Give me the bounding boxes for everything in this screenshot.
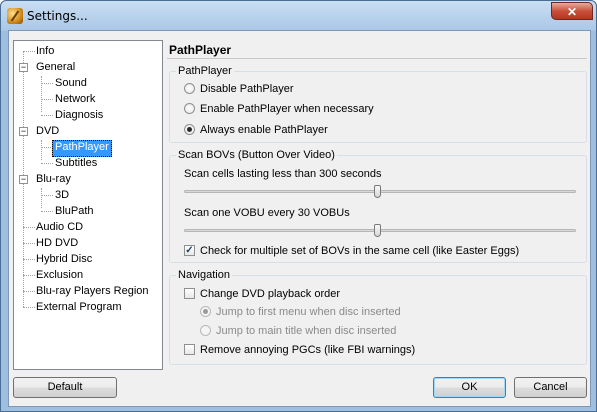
tree-connector [41, 188, 42, 208]
title-bar[interactable]: Settings... ✕ [1, 1, 596, 31]
settings-tree[interactable]: − − − Info General Sound Network Diagnos… [13, 40, 163, 370]
scan-vobu-slider-thumb[interactable] [374, 224, 381, 237]
tree-item-bluray[interactable]: Blu-ray [34, 172, 73, 187]
scan-vobu-slider[interactable] [184, 224, 576, 237]
always-enable-pathplayer-radio[interactable] [184, 124, 195, 135]
jump-first-menu-label: Jump to first menu when disc inserted [216, 306, 401, 318]
dialog-client-area: − − − Info General Sound Network Diagnos… [8, 30, 591, 407]
enable-pathplayer-label: Enable PathPlayer when necessary [200, 103, 374, 115]
app-guitar-icon [7, 8, 23, 24]
scan-bovs-group: Scan BOVs (Button Over Video) Scan cells… [169, 149, 587, 263]
tree-expander-general[interactable]: − [19, 63, 28, 72]
tree-item-hd-dvd[interactable]: HD DVD [34, 236, 80, 251]
disable-pathplayer-radio[interactable] [184, 83, 195, 94]
tree-connector [41, 115, 53, 116]
tree-connector [41, 99, 53, 100]
tree-expander-dvd[interactable]: − [19, 127, 28, 136]
tree-item-dvd[interactable]: DVD [34, 124, 61, 139]
scan-cells-label: Scan cells lasting less than 300 seconds [184, 168, 382, 180]
tree-item-subtitles[interactable]: Subtitles [53, 156, 99, 171]
tree-connector [41, 163, 53, 164]
change-playback-order-checkbox[interactable] [184, 288, 195, 299]
panel-title: PathPlayer [169, 43, 232, 57]
tree-connector [41, 211, 53, 212]
multiple-bovs-label: Check for multiple set of BOVs in the sa… [200, 245, 520, 257]
ok-button[interactable]: OK [433, 377, 506, 398]
jump-main-title-label: Jump to main title when disc inserted [216, 325, 397, 337]
scan-cells-slider-thumb[interactable] [374, 185, 381, 198]
tree-item-hybrid-disc[interactable]: Hybrid Disc [34, 252, 94, 267]
tree-item-exclusion[interactable]: Exclusion [34, 268, 85, 283]
navigation-group-title: Navigation [176, 269, 232, 281]
scan-vobu-label: Scan one VOBU every 30 VOBUs [184, 207, 350, 219]
close-button[interactable]: ✕ [551, 2, 593, 20]
cancel-button[interactable]: Cancel [514, 377, 587, 398]
tree-item-sound[interactable]: Sound [53, 76, 89, 91]
tree-connector [41, 195, 53, 196]
scan-cells-slider[interactable] [184, 185, 576, 198]
tree-item-3d[interactable]: 3D [53, 188, 71, 203]
tree-connector [41, 83, 53, 84]
tree-connector [41, 76, 42, 112]
navigation-group: Navigation Change DVD playback order Jum… [169, 269, 587, 365]
disable-pathplayer-label: Disable PathPlayer [200, 83, 294, 95]
multiple-bovs-checkbox[interactable]: ✓ [184, 245, 195, 256]
tree-connector [41, 140, 42, 160]
tree-item-info[interactable]: Info [34, 44, 56, 59]
tree-item-diagnosis[interactable]: Diagnosis [53, 108, 105, 123]
pathplayer-group-title: PathPlayer [176, 65, 234, 77]
remove-pgcs-label: Remove annoying PGCs (like FBI warnings) [200, 344, 416, 356]
settings-window: Settings... ✕ − − − Info General Sound N… [0, 0, 597, 412]
always-enable-pathplayer-label: Always enable PathPlayer [200, 124, 328, 136]
tree-expander-bluray[interactable]: − [19, 175, 28, 184]
default-button[interactable]: Default [13, 377, 117, 398]
tree-item-audio-cd[interactable]: Audio CD [34, 220, 85, 235]
pathplayer-panel: PathPlayer PathPlayer Disable PathPlayer… [167, 31, 590, 371]
jump-first-menu-radio[interactable] [200, 306, 211, 317]
tree-item-blupath[interactable]: BluPath [53, 204, 96, 219]
tree-item-bluray-players-region[interactable]: Blu-ray Players Region [34, 284, 151, 299]
tree-item-external-program[interactable]: External Program [34, 300, 124, 315]
window-title: Settings... [27, 9, 88, 23]
tree-item-network[interactable]: Network [53, 92, 97, 107]
enable-pathplayer-radio[interactable] [184, 103, 195, 114]
change-playback-order-label: Change DVD playback order [200, 288, 341, 300]
remove-pgcs-checkbox[interactable] [184, 344, 195, 355]
scan-bovs-group-title: Scan BOVs (Button Over Video) [176, 149, 337, 161]
tree-item-pathplayer[interactable]: PathPlayer [52, 140, 112, 157]
panel-divider [167, 58, 587, 59]
jump-main-title-radio[interactable] [200, 325, 211, 336]
pathplayer-group: PathPlayer Disable PathPlayer Enable Pat… [169, 65, 587, 143]
tree-item-general[interactable]: General [34, 60, 77, 75]
